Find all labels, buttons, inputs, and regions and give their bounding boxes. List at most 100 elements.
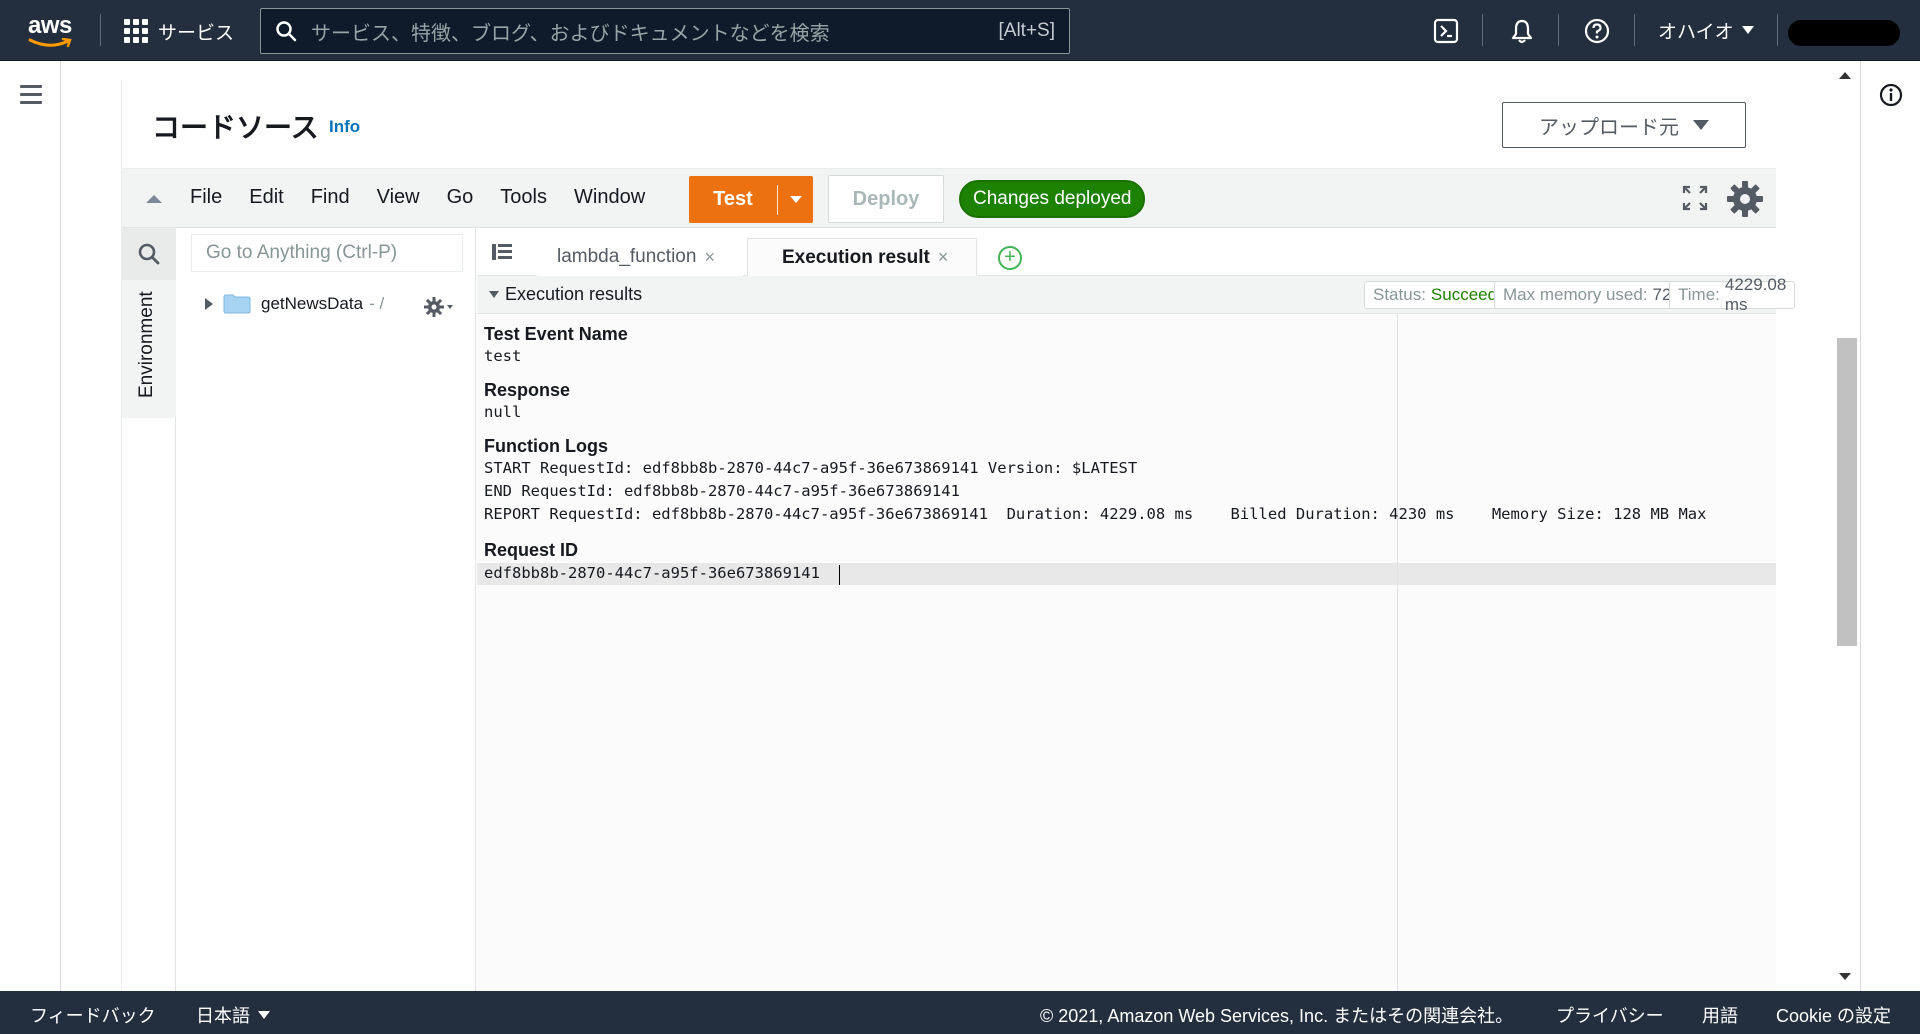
aws-logo[interactable]: aws bbox=[26, 12, 76, 48]
close-icon[interactable]: × bbox=[938, 247, 949, 268]
execution-results-header: Execution results Status: Succeeded Max … bbox=[477, 275, 1796, 314]
menu-file[interactable]: File bbox=[190, 186, 222, 209]
cloudshell-icon[interactable] bbox=[1432, 17, 1460, 45]
execution-results-title: Execution results bbox=[505, 284, 643, 304]
info-icon[interactable] bbox=[1879, 83, 1903, 107]
apps-grid-icon bbox=[124, 19, 148, 43]
tab-label: Execution result bbox=[782, 246, 930, 268]
copyright-text: © 2021, Amazon Web Services, Inc. またはその関… bbox=[1040, 1006, 1514, 1026]
language-selector[interactable]: 日本語 bbox=[196, 1002, 270, 1028]
bell-icon[interactable] bbox=[1508, 17, 1536, 45]
editor-tab-bar: lambda_function × Execution result × + bbox=[477, 228, 1776, 276]
tree-folder-row[interactable]: getNewsData - / bbox=[205, 294, 384, 314]
print-margin-line bbox=[1397, 314, 1398, 992]
deploy-button[interactable]: Deploy bbox=[828, 175, 944, 223]
execution-results-toggle[interactable]: Execution results bbox=[489, 284, 642, 305]
nav-separator bbox=[1777, 14, 1778, 46]
text-cursor bbox=[839, 565, 840, 585]
nav-separator bbox=[100, 14, 101, 46]
response-value: null bbox=[484, 403, 522, 421]
execution-results-body[interactable]: Test Event Name test Response null Funct… bbox=[477, 314, 1776, 992]
fullscreen-icon[interactable] bbox=[1682, 185, 1708, 211]
memory-label: Max memory used: bbox=[1503, 285, 1648, 304]
menu-icon[interactable] bbox=[20, 85, 42, 109]
tab-execution-results[interactable]: Execution result × bbox=[747, 238, 977, 276]
region-selector[interactable]: オハイオ bbox=[1658, 17, 1754, 44]
file-search-toggle[interactable] bbox=[122, 228, 176, 280]
log-line: START RequestId: edf8bb8b-2870-44c7-a95f… bbox=[484, 459, 1138, 477]
ide-menu-bar: File Edit Find View Go Tools Window bbox=[190, 186, 672, 209]
help-icon[interactable] bbox=[1583, 17, 1611, 45]
ide-toolbar: File Edit Find View Go Tools Window Test… bbox=[122, 168, 1776, 228]
nav-separator bbox=[1634, 14, 1635, 46]
page-footer: フィードバック 日本語 © 2021, Amazon Web Services,… bbox=[0, 991, 1920, 1034]
account-menu-redacted[interactable] bbox=[1788, 20, 1900, 46]
section-heading: Test Event Name bbox=[484, 324, 628, 344]
add-tab-icon[interactable]: + bbox=[998, 246, 1022, 270]
nav-separator bbox=[1558, 14, 1559, 46]
page-title: コードソース bbox=[152, 112, 319, 143]
search-shortcut: [Alt+S] bbox=[998, 20, 1056, 41]
tree-settings-icon[interactable] bbox=[423, 296, 455, 318]
time-label: Time: bbox=[1678, 285, 1720, 304]
scroll-down-arrow-icon[interactable] bbox=[1839, 973, 1851, 980]
log-line: REPORT RequestId: edf8bb8b-2870-44c7-a95… bbox=[484, 505, 1707, 523]
global-search-input[interactable]: サービス、特徴、ブログ、およびドキュメントなどを検索 [Alt+S] bbox=[260, 8, 1070, 54]
panel-header: コードソース Info アップロード元 bbox=[122, 80, 1776, 168]
time-chip: Time: 4229.08 ms bbox=[1669, 275, 1796, 314]
split-divider bbox=[777, 184, 778, 215]
cookie-settings-link[interactable]: Cookie の設定 bbox=[1776, 1002, 1891, 1028]
collapse-arrow-icon bbox=[489, 291, 499, 298]
search-icon bbox=[138, 243, 160, 265]
language-label: 日本語 bbox=[196, 1006, 250, 1026]
expand-arrow-icon[interactable] bbox=[205, 298, 213, 310]
menu-window[interactable]: Window bbox=[574, 186, 645, 209]
close-icon[interactable]: × bbox=[704, 247, 715, 268]
event-name-value: test bbox=[484, 347, 522, 365]
right-tools-rail bbox=[1860, 61, 1920, 991]
environment-tab[interactable]: Environment bbox=[122, 280, 176, 418]
tab-list-icon[interactable] bbox=[491, 242, 513, 262]
menu-edit[interactable]: Edit bbox=[249, 186, 283, 209]
section-heading: Function Logs bbox=[484, 436, 608, 456]
section-heading: Response bbox=[484, 380, 571, 400]
caret-down-icon bbox=[789, 196, 802, 203]
upload-from-label: アップロード元 bbox=[1539, 116, 1679, 139]
left-navigation-rail bbox=[0, 61, 61, 991]
test-options-dropdown[interactable] bbox=[778, 196, 813, 203]
caret-down-icon bbox=[258, 1011, 270, 1019]
menu-find[interactable]: Find bbox=[311, 186, 350, 209]
file-tree: Go to Anything (Ctrl-P) getNewsData - / bbox=[177, 228, 476, 992]
code-source-panel: コードソース Info アップロード元 File Edit Find View … bbox=[121, 80, 1796, 992]
tab-lambda-function[interactable]: lambda_function × bbox=[529, 238, 743, 276]
top-navigation: aws サービス サービス、特徴、ブログ、およびドキュメントなどを検索 [Alt… bbox=[0, 0, 1920, 61]
region-label: オハイオ bbox=[1658, 22, 1734, 43]
request-id-value: edf8bb8b-2870-44c7-a95f-36e673869141 bbox=[484, 564, 820, 582]
upload-from-button[interactable]: アップロード元 bbox=[1502, 102, 1746, 148]
caret-down-icon bbox=[1693, 120, 1709, 130]
settings-gear-icon[interactable] bbox=[1725, 179, 1765, 219]
menu-view[interactable]: View bbox=[377, 186, 420, 209]
feedback-link[interactable]: フィードバック bbox=[30, 1002, 156, 1028]
collapse-toolbar-icon[interactable] bbox=[146, 195, 162, 203]
tab-label: lambda_function bbox=[557, 246, 697, 267]
folder-icon bbox=[223, 294, 251, 314]
privacy-link[interactable]: プライバシー bbox=[1556, 1002, 1664, 1028]
services-menu[interactable]: サービス bbox=[124, 14, 234, 48]
menu-go[interactable]: Go bbox=[447, 186, 474, 209]
go-to-anything-input[interactable]: Go to Anything (Ctrl-P) bbox=[191, 234, 463, 272]
scroll-up-arrow-icon[interactable] bbox=[1839, 72, 1851, 79]
menu-tools[interactable]: Tools bbox=[500, 186, 547, 209]
aws-smile-icon bbox=[28, 38, 72, 48]
changes-deployed-badge: Changes deployed bbox=[959, 180, 1146, 218]
folder-name: getNewsData bbox=[261, 294, 364, 313]
test-button[interactable]: Test bbox=[689, 188, 777, 211]
section-heading: Request ID bbox=[484, 540, 579, 560]
scrollbar-thumb[interactable] bbox=[1837, 338, 1857, 646]
chevron-down-icon bbox=[1741, 26, 1754, 34]
services-label: サービス bbox=[158, 22, 235, 44]
environment-tab-label: Environment bbox=[136, 291, 157, 398]
info-link[interactable]: Info bbox=[329, 117, 360, 137]
folder-path-suffix: - / bbox=[369, 294, 385, 313]
terms-link[interactable]: 用語 bbox=[1702, 1002, 1738, 1028]
